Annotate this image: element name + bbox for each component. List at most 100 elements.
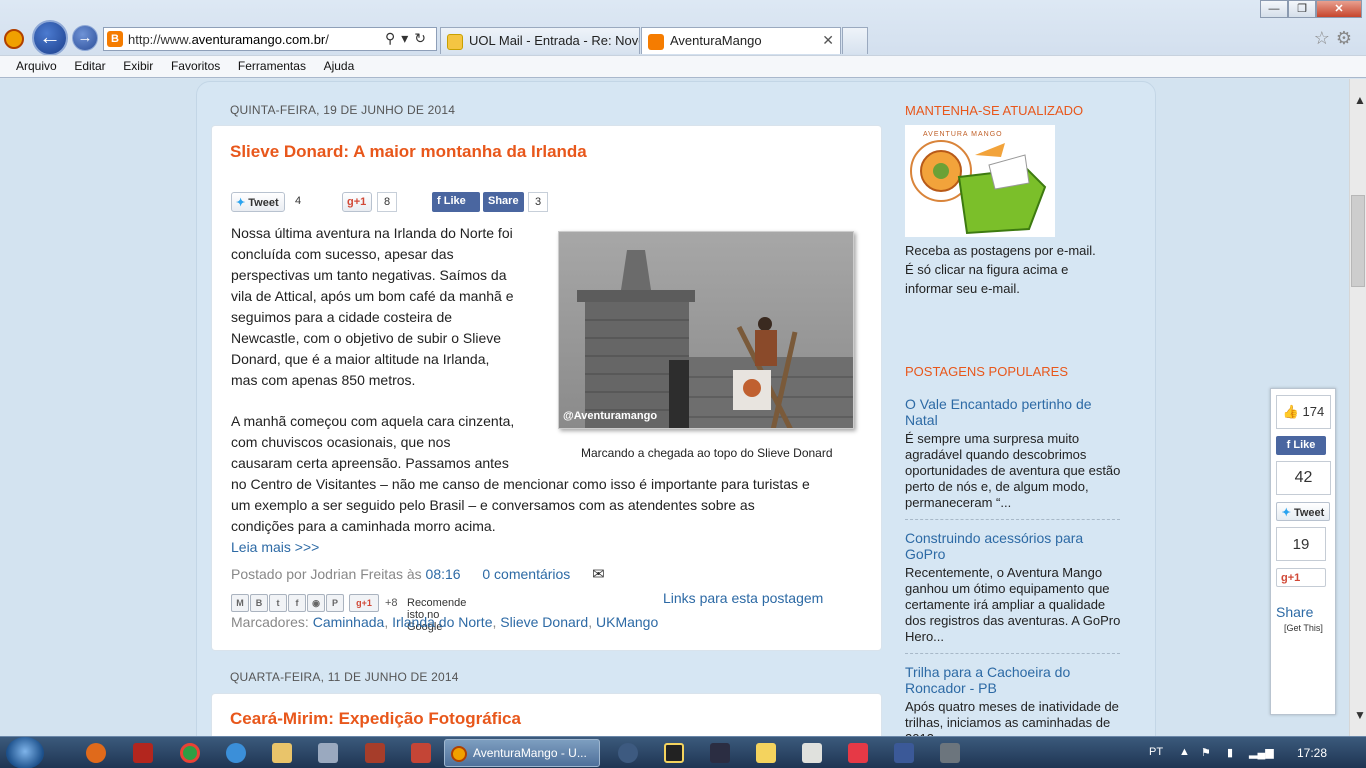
file-explorer-icon[interactable] <box>272 743 292 763</box>
app-icon[interactable] <box>411 743 431 763</box>
twitter-share-icon[interactable]: t <box>269 594 287 612</box>
popular-post-link[interactable]: Construindo acessórios para GoPro <box>905 530 1120 562</box>
menu-item[interactable]: Ajuda <box>324 56 355 73</box>
subscribe-text: Receba as postagens por e-mail. É só cli… <box>905 241 1125 298</box>
app-icon[interactable] <box>848 743 868 763</box>
scroll-down-icon[interactable]: ▼ <box>1354 708 1366 722</box>
menu-item[interactable]: Favoritos <box>171 56 220 73</box>
tweet-button[interactable]: ✦ Tweet <box>1276 502 1330 521</box>
close-window-button[interactable]: ✕ <box>1316 0 1362 18</box>
search-icon[interactable]: ⚲ <box>385 30 401 46</box>
language-indicator[interactable]: PT <box>1149 746 1163 758</box>
start-button[interactable] <box>6 737 44 768</box>
post-time-link[interactable]: 08:16 <box>426 566 461 582</box>
tweet-label: Tweet <box>248 197 279 209</box>
taskbar-active-window[interactable]: AventuraMango - U... <box>444 739 600 767</box>
post-title[interactable]: Slieve Donard: A maior montanha da Irlan… <box>230 142 587 162</box>
restore-button[interactable]: ❐ <box>1288 0 1316 18</box>
menu-item[interactable]: Exibir <box>123 56 153 73</box>
tweet-button[interactable]: ✦ Tweet <box>231 192 285 212</box>
clock[interactable]: 17:28 <box>1297 746 1327 760</box>
photo-watermark: @Aventuramango <box>563 410 658 422</box>
app-icon[interactable] <box>940 743 960 763</box>
text-line: Receba as postagens por e-mail. <box>905 243 1096 258</box>
plus-one-button[interactable]: g+1 <box>349 594 379 612</box>
post-meta: Postado por Jodrian Freitas às 08:16 0 c… <box>231 565 605 583</box>
back-button[interactable]: ← <box>32 20 68 56</box>
forward-button[interactable]: → <box>72 25 98 51</box>
comments-link[interactable]: 0 comentários <box>482 566 570 582</box>
close-tab-icon[interactable]: ✕ <box>822 32 834 49</box>
share-link[interactable]: Share <box>1276 604 1313 620</box>
fb-share-button[interactable]: Share <box>483 192 524 212</box>
blogger-share-icon[interactable]: B <box>250 594 268 612</box>
scroll-thumb[interactable] <box>1351 195 1365 287</box>
read-more-link[interactable]: Leia mais >>> <box>231 537 319 558</box>
gmail-share-icon[interactable]: M <box>231 594 249 612</box>
tweet-count: 42 <box>1276 461 1331 495</box>
popular-post-link[interactable]: O Vale Encantado pertinho de Natal <box>905 396 1120 428</box>
pinterest-share-icon[interactable]: P <box>326 594 344 612</box>
tray-expand-icon[interactable]: ▲ <box>1179 746 1190 758</box>
post-title[interactable]: Ceará-Mirim: Expedição Fotográfica <box>230 709 521 729</box>
popular-post-link[interactable]: Trilha para a Cachoeira do Roncador - PB <box>905 664 1120 696</box>
tab-uol-mail[interactable]: UOL Mail - Entrada - Re: Novo ... <box>440 27 640 54</box>
facebook-app-icon[interactable] <box>894 743 914 763</box>
gplus-button[interactable]: g+1 <box>1276 568 1326 587</box>
post-photo[interactable]: @Aventuramango <box>558 231 854 429</box>
menu-item[interactable]: Arquivo <box>16 56 57 73</box>
subscribe-logo[interactable]: AVENTURA MANGO <box>905 125 1055 237</box>
app-icon[interactable] <box>618 743 638 763</box>
vertical-scrollbar[interactable]: ▲ ▼ <box>1349 79 1366 736</box>
orkut-share-icon[interactable]: ◉ <box>307 594 325 612</box>
fb-like-button[interactable]: f Like <box>432 192 480 212</box>
app-icon[interactable] <box>365 743 385 763</box>
text-line: Donard, que é a maior altitude na Irland… <box>231 351 490 367</box>
fb-like-button[interactable]: f Like <box>1276 436 1326 455</box>
web-page: QUINTA-FEIRA, 19 DE JUNHO DE 2014 Slieve… <box>0 79 1349 736</box>
label-link[interactable]: Slieve Donard <box>500 614 588 630</box>
chrome-icon[interactable] <box>180 743 200 763</box>
dropdown-icon[interactable]: ▾ <box>401 30 414 46</box>
text-line: Newcastle, com o objetivo de subir o Sli… <box>231 330 502 346</box>
app-icon[interactable] <box>710 743 730 763</box>
facebook-share-icon[interactable]: f <box>288 594 306 612</box>
app-icon[interactable] <box>756 743 776 763</box>
network-signal-icon[interactable]: ▂▄▆ <box>1249 746 1274 759</box>
text-line: no Centro de Visitantes – não me canso d… <box>231 476 810 492</box>
text-line: É só clicar na figura acima e <box>905 262 1069 277</box>
menu-item[interactable]: Editar <box>74 56 105 73</box>
plus-one-count: +8 <box>385 597 398 609</box>
gplus-icon: g <box>1281 572 1288 584</box>
battery-icon[interactable]: ▮ <box>1227 746 1233 759</box>
settings-gear-icon[interactable]: ⚙ <box>1336 28 1358 48</box>
firefox-icon[interactable] <box>86 743 106 763</box>
label-link[interactable]: Caminhada <box>313 614 385 630</box>
menu-item[interactable]: Ferramentas <box>238 56 306 73</box>
internet-explorer-icon[interactable] <box>226 743 246 763</box>
label-link[interactable]: UKMango <box>596 614 658 630</box>
post-links-link[interactable]: Links para esta postagem <box>663 590 823 606</box>
email-post-icon[interactable]: ✉ <box>592 566 605 583</box>
scroll-up-icon[interactable]: ▲ <box>1354 93 1366 107</box>
tweet-label: Tweet <box>1293 507 1325 519</box>
gplus-button[interactable]: g+1 <box>342 192 372 212</box>
fb-like-label: Like <box>443 195 466 207</box>
menu-bar: Arquivo Editar Exibir Favoritos Ferramen… <box>0 55 1366 77</box>
app-icon[interactable] <box>318 743 338 763</box>
app-icon[interactable] <box>664 743 684 763</box>
minimize-button[interactable]: — <box>1260 0 1288 18</box>
app-icon[interactable] <box>802 743 822 763</box>
tab-aventuramango[interactable]: AventuraMango ✕ <box>641 27 841 54</box>
url-text[interactable]: http://www.aventuramango.com.br/ <box>128 32 329 47</box>
label-link[interactable]: Irlanda do Norte <box>392 614 492 630</box>
taskbar-window-label: AventuraMango - U... <box>473 746 587 760</box>
address-bar[interactable]: B http://www.aventuramango.com.br/ ⚲▾↻ <box>103 27 437 51</box>
favorites-star-icon[interactable]: ☆ <box>1314 28 1336 48</box>
tab-label: UOL Mail - Entrada - Re: Novo ... <box>469 33 639 48</box>
filezilla-icon[interactable] <box>133 743 153 763</box>
refresh-icon[interactable]: ↻ <box>414 30 432 46</box>
action-center-flag-icon[interactable]: ⚑ <box>1201 746 1211 759</box>
new-tab-button[interactable] <box>842 27 868 54</box>
get-this-link[interactable]: [Get This] <box>1284 623 1323 633</box>
